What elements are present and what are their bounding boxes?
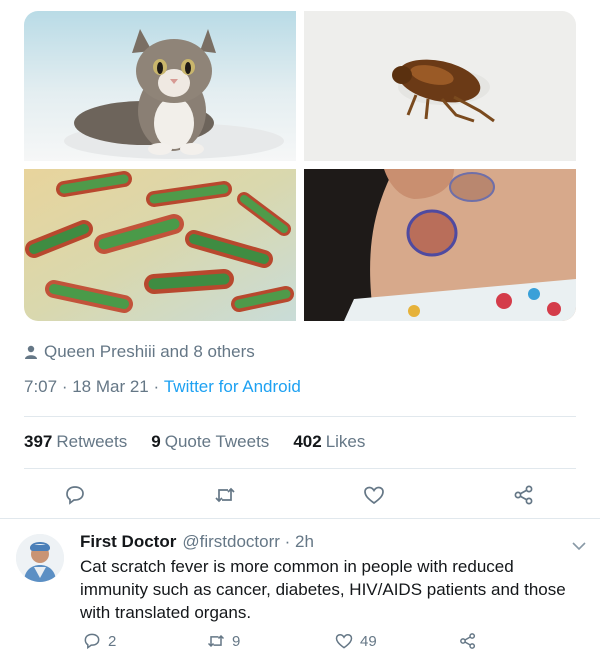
- chevron-down-icon: [572, 542, 586, 551]
- reply-author-name[interactable]: First Doctor: [80, 532, 176, 552]
- heart-icon: [335, 633, 353, 649]
- reply-reply-button[interactable]: 2: [82, 631, 116, 651]
- tweet-media-grid: [24, 11, 576, 321]
- reply-header: First Doctor @firstdoctorr · 2h: [80, 532, 314, 552]
- retweet-icon: [207, 634, 225, 648]
- retweet-icon: [215, 487, 235, 503]
- media-neck-lesion-photo[interactable]: [304, 169, 576, 321]
- reply-retweet-count: 9: [232, 632, 241, 650]
- divider: [24, 416, 576, 417]
- tweet-timestamp-row: 7:07 · 18 Mar 21 · Twitter for Android: [24, 377, 301, 397]
- media-bacteria-illustration[interactable]: [24, 169, 296, 321]
- reply-icon: [66, 486, 84, 505]
- reply-author-handle[interactable]: @firstdoctorr · 2h: [182, 532, 314, 552]
- reply-like-count: 49: [360, 632, 377, 650]
- media-flea-photo[interactable]: [304, 11, 576, 161]
- divider: [0, 518, 600, 519]
- retweet-button[interactable]: [213, 483, 237, 507]
- avatar[interactable]: [16, 534, 64, 582]
- tweet-menu-button[interactable]: [572, 538, 586, 556]
- tweet-source-link[interactable]: Twitter for Android: [164, 377, 301, 397]
- like-button[interactable]: [362, 483, 386, 507]
- share-button[interactable]: [512, 483, 536, 507]
- reply-button[interactable]: [63, 483, 87, 507]
- tagged-users-text: Queen Preshiii and 8 others: [44, 342, 255, 361]
- tagged-users[interactable]: Queen Preshiii and 8 others: [24, 340, 255, 364]
- reply-icon: [84, 633, 100, 650]
- tweet-stats: 397 Retweets 9 Quote Tweets 402 Likes: [24, 432, 389, 452]
- meta-separator: ·: [57, 377, 73, 396]
- media-cat-photo[interactable]: [24, 11, 296, 161]
- retweets-count: 397: [24, 432, 53, 451]
- tweet-date: 18 Mar 21: [72, 377, 149, 396]
- heart-icon: [364, 486, 384, 505]
- meta-separator: ·: [148, 377, 164, 396]
- person-icon: [25, 345, 37, 359]
- reply-like-button[interactable]: 49: [334, 631, 377, 651]
- share-icon: [460, 633, 476, 649]
- retweets-stat[interactable]: 397 Retweets: [24, 432, 127, 452]
- likes-stat[interactable]: 402 Likes: [293, 432, 365, 452]
- reply-action-bar: 2 9 49: [0, 631, 600, 653]
- tweet-action-bar: [0, 483, 600, 507]
- quote-tweets-count: 9: [151, 432, 161, 451]
- reply-reply-count: 2: [108, 632, 117, 650]
- reply-retweet-button[interactable]: 9: [206, 631, 240, 651]
- share-icon: [514, 485, 533, 505]
- quote-tweets-label: Quote Tweets: [164, 432, 270, 451]
- reply-text: Cat scratch fever is more common in peop…: [80, 557, 566, 622]
- reply-share-button[interactable]: [458, 631, 478, 651]
- doctor-avatar-icon: [16, 534, 64, 582]
- divider: [24, 468, 576, 469]
- likes-label: Likes: [325, 432, 366, 451]
- tweet-time: 7:07: [24, 377, 58, 396]
- likes-count: 402: [293, 432, 322, 451]
- retweets-label: Retweets: [56, 432, 128, 451]
- quote-tweets-stat[interactable]: 9 Quote Tweets: [151, 432, 269, 452]
